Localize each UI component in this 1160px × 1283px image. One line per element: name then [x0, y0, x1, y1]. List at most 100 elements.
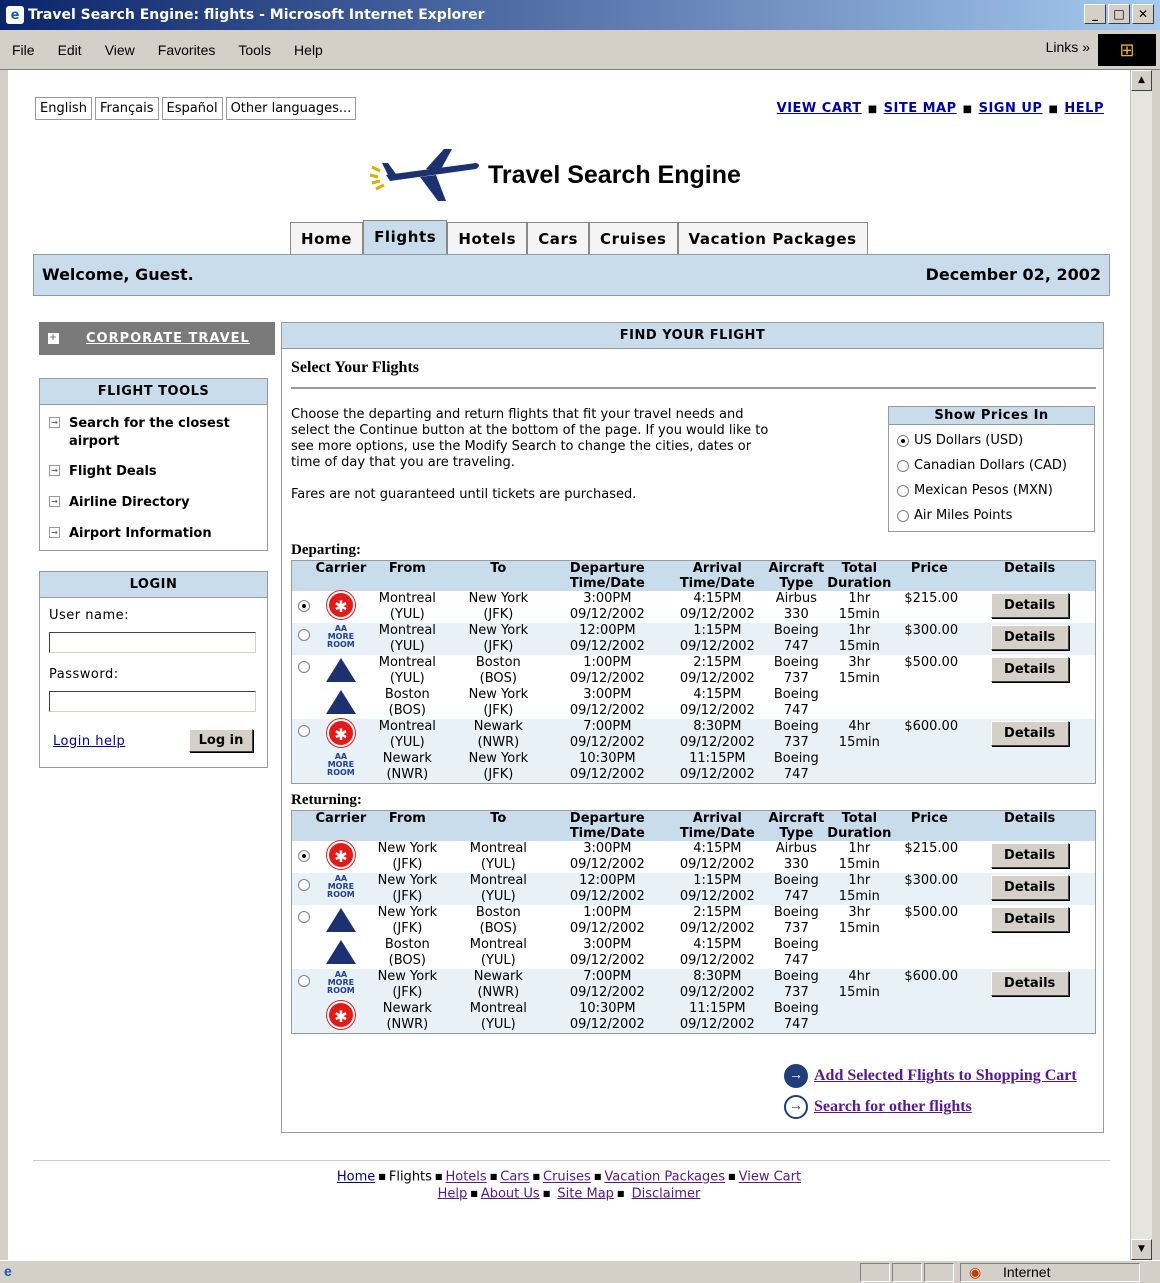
footer-hotels[interactable]: Hotels: [445, 1170, 486, 1185]
returning-select-radio[interactable]: [297, 879, 310, 891]
menu-tools[interactable]: Tools: [226, 42, 282, 58]
to-cell: Boston (BOS): [475, 905, 521, 936]
tool-flight-deals[interactable]: → Flight Deals: [40, 463, 267, 481]
maximize-button[interactable]: □: [1108, 4, 1130, 24]
footer-help[interactable]: Help: [438, 1186, 468, 1201]
departing-select-radio[interactable]: [297, 600, 310, 612]
details-button[interactable]: Details: [990, 657, 1069, 682]
details-button[interactable]: Details: [990, 875, 1069, 900]
details-cell: Details: [964, 873, 1096, 905]
tab-cars[interactable]: Cars: [527, 222, 590, 254]
duration-cell: 3hr 15min: [838, 655, 880, 686]
price-option-cad[interactable]: Canadian Dollars (CAD): [897, 458, 1094, 473]
minimize-button[interactable]: _: [1084, 4, 1106, 24]
username-input[interactable]: [49, 632, 256, 653]
password-input[interactable]: [49, 691, 256, 712]
carrier-cell: ✱: [316, 841, 367, 873]
arrival-cell: 8:30PM 09/12/2002: [666, 719, 769, 751]
details-button[interactable]: Details: [990, 843, 1069, 868]
lang-espanol[interactable]: Español: [161, 97, 223, 120]
lang-francais[interactable]: Français: [94, 97, 159, 120]
lang-english[interactable]: English: [35, 97, 92, 120]
price-option-mxn[interactable]: Mexican Pesos (MXN): [897, 483, 1094, 498]
footer-about-us[interactable]: About Us: [481, 1186, 540, 1201]
footer-divider: [33, 1160, 1110, 1161]
add-to-cart-link[interactable]: Add Selected Flights to Shopping Cart: [814, 1067, 1077, 1085]
departing-label: Departing:: [291, 542, 361, 558]
footer-disclaimer[interactable]: Disclaimer: [632, 1186, 701, 1201]
footer-site-map[interactable]: Site Map: [557, 1186, 614, 1201]
scroll-down-icon[interactable]: ▼: [1131, 1239, 1152, 1260]
footer-cars[interactable]: Cars: [500, 1170, 529, 1185]
close-button[interactable]: ✕: [1132, 4, 1154, 24]
returning-label: Returning:: [291, 792, 362, 808]
price-option-usd[interactable]: US Dollars (USD): [897, 433, 1094, 448]
details-button[interactable]: Details: [990, 593, 1069, 618]
help-link[interactable]: HELP: [1064, 101, 1104, 116]
window-title: Travel Search Engine: flights - Microsof…: [28, 7, 485, 23]
footer-vacation-packages[interactable]: Vacation Packages: [604, 1170, 725, 1185]
login-button[interactable]: Log in: [189, 729, 253, 752]
returning-select-radio[interactable]: [297, 975, 310, 987]
arrow-box-icon: →: [49, 527, 60, 538]
tab-cruises[interactable]: Cruises: [589, 222, 678, 254]
flight-tools-box: FLIGHT TOOLS → Search for the closest air…: [39, 378, 268, 551]
menu-edit[interactable]: Edit: [46, 42, 93, 58]
details-button[interactable]: Details: [990, 907, 1069, 932]
corporate-travel-link[interactable]: CORPORATE TRAVEL: [86, 331, 250, 346]
col-departure: Departure Time/Date: [548, 810, 667, 841]
window-titlebar: e Travel Search Engine: flights - Micros…: [0, 0, 1160, 30]
add-to-cart-action[interactable]: → Add Selected Flights to Shopping Cart: [784, 1064, 1077, 1088]
tool-airport-information[interactable]: → Airport Information: [40, 525, 267, 543]
footer-cruises[interactable]: Cruises: [543, 1170, 591, 1185]
vertical-scrollbar[interactable]: ▲ ▼: [1130, 70, 1152, 1260]
radio-cad[interactable]: [897, 459, 909, 472]
sign-up-link[interactable]: SIGN UP: [979, 101, 1043, 116]
tool-label: Airport Information: [69, 526, 212, 541]
details-button[interactable]: Details: [990, 971, 1069, 996]
details-cell: Details: [964, 655, 1095, 719]
carrier-cell: ✱: [315, 719, 367, 751]
view-cart-link[interactable]: VIEW CART: [777, 101, 862, 116]
returning-flight-row: New York (JFK) Boston (BOS) 1:00PM 09/12/2002…: [292, 905, 1096, 937]
tab-flights[interactable]: Flights: [363, 220, 448, 254]
tool-airline-directory[interactable]: → Airline Directory: [40, 494, 267, 512]
departure-cell: 12:00PM 09/12/2002: [548, 873, 667, 905]
departing-select-radio[interactable]: [297, 661, 310, 673]
fare-disclaimer: Fares are not guaranteed until tickets a…: [291, 487, 637, 502]
price-option-air-miles[interactable]: Air Miles Points: [897, 508, 1094, 523]
footer-view-cart[interactable]: View Cart: [739, 1170, 801, 1185]
air-canada-icon: ✱: [326, 719, 355, 747]
menu-file[interactable]: File: [0, 42, 46, 58]
site-map-link[interactable]: SITE MAP: [884, 101, 957, 116]
departing-select-radio[interactable]: [297, 629, 310, 641]
scroll-up-icon[interactable]: ▲: [1131, 70, 1152, 91]
returning-flight-row: ✱ New York (JFK) Montreal (YUL) 3:00PM 09/12/2…: [292, 841, 1096, 873]
departure-cell: 10:30PM 09/12/2002: [548, 751, 667, 784]
tab-home[interactable]: Home: [290, 222, 364, 254]
search-other-flights-link[interactable]: Search for other flights: [814, 1098, 972, 1116]
tool-closest-airport[interactable]: → Search for the closest airport: [40, 415, 267, 451]
details-button[interactable]: Details: [990, 721, 1069, 746]
price-cell: $300.00: [894, 623, 965, 655]
returning-select-radio[interactable]: [297, 850, 310, 862]
radio-usd[interactable]: [897, 434, 909, 447]
lang-other[interactable]: Other languages...: [225, 97, 357, 120]
details-button[interactable]: Details: [990, 625, 1069, 650]
tab-vacation-packages[interactable]: Vacation Packages: [677, 222, 868, 254]
departing-select-radio[interactable]: [297, 725, 310, 737]
price-cell: $215.00: [904, 841, 959, 856]
menu-help[interactable]: Help: [282, 42, 334, 58]
tab-hotels[interactable]: Hotels: [447, 222, 528, 254]
departing-flight-row: ✱ Montreal (YUL) New York (JFK) 3:00PM 09/12/2…: [292, 591, 1096, 623]
brand-name: Travel Search Engine: [488, 160, 741, 189]
radio-air-miles[interactable]: [897, 509, 909, 522]
links-toolbar[interactable]: Links »: [1046, 39, 1090, 55]
menu-favorites[interactable]: Favorites: [146, 42, 227, 58]
radio-mxn[interactable]: [897, 484, 909, 497]
login-help-link[interactable]: Login help: [53, 734, 125, 749]
footer-home[interactable]: Home: [337, 1170, 375, 1185]
search-other-action[interactable]: → Search for other flights: [784, 1095, 972, 1119]
returning-select-radio[interactable]: [297, 911, 310, 923]
menu-view[interactable]: View: [93, 42, 146, 58]
